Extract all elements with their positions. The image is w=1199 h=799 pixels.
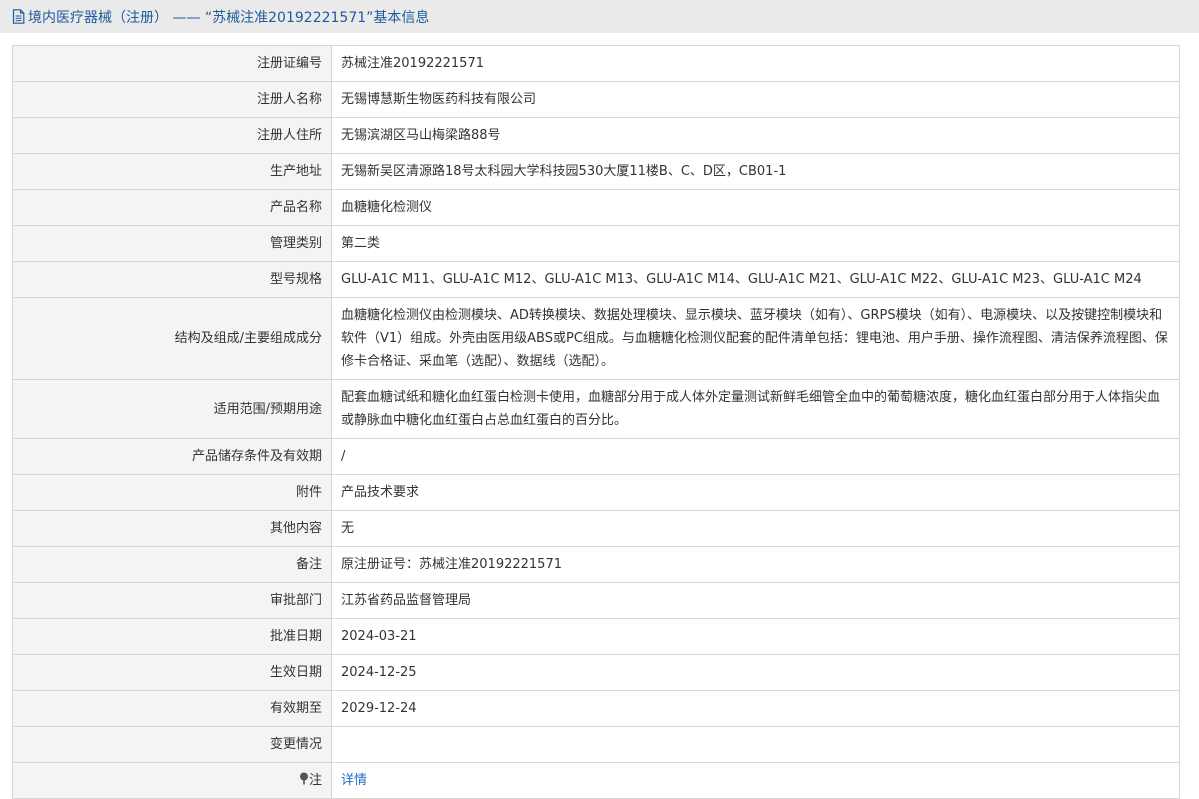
row-label: 变更情况 — [12, 726, 332, 763]
row-value: 配套血糖试纸和糖化血红蛋白检测卡使用，血糖部分用于成人体外定量测试新鲜毛细管全血… — [331, 379, 1180, 439]
note-row: 注 详情 — [12, 762, 1180, 799]
row-label: 审批部门 — [12, 582, 332, 619]
note-label: 注 — [308, 773, 322, 788]
row-value: 无 — [331, 510, 1180, 547]
row-value: 2024-03-21 — [331, 618, 1180, 655]
row-value: 2029-12-24 — [331, 690, 1180, 727]
table-row: 产品储存条件及有效期 / — [12, 438, 1180, 475]
table-row: 管理类别 第二类 — [12, 225, 1180, 262]
table-row: 变更情况 — [12, 726, 1180, 763]
table-row: 附件 产品技术要求 — [12, 474, 1180, 511]
row-value: 血糖糖化检测仪 — [331, 189, 1180, 226]
row-value: 血糖糖化检测仪由检测模块、AD转换模块、数据处理模块、显示模块、蓝牙模块（如有）… — [331, 297, 1180, 380]
row-value: 江苏省药品监督管理局 — [331, 582, 1180, 619]
table-row: 生产地址 无锡新吴区清源路18号太科园大学科技园530大厦11楼B、C、D区，C… — [12, 153, 1180, 190]
table-row: 审批部门 江苏省药品监督管理局 — [12, 582, 1180, 619]
row-value: 无锡滨湖区马山梅梁路88号 — [331, 117, 1180, 154]
row-label: 附件 — [12, 474, 332, 511]
table-row: 生效日期 2024-12-25 — [12, 654, 1180, 691]
row-label: 注册证编号 — [12, 45, 332, 82]
table-row: 注册证编号 苏械注准20192221571 — [12, 45, 1180, 82]
row-label: 注册人名称 — [12, 81, 332, 118]
row-label: 其他内容 — [12, 510, 332, 547]
row-label: 生产地址 — [12, 153, 332, 190]
table-row: 产品名称 血糖糖化检测仪 — [12, 189, 1180, 226]
details-link[interactable]: 详情 — [341, 773, 367, 788]
row-label: 型号规格 — [12, 261, 332, 298]
row-label: 批准日期 — [12, 618, 332, 655]
table-row: 其他内容 无 — [12, 510, 1180, 547]
row-label: 产品储存条件及有效期 — [12, 438, 332, 475]
row-value: 无锡博慧斯生物医药科技有限公司 — [331, 81, 1180, 118]
row-value: 2024-12-25 — [331, 654, 1180, 691]
table-row: 有效期至 2029-12-24 — [12, 690, 1180, 727]
table-row: 备注 原注册证号：苏械注准20192221571 — [12, 546, 1180, 583]
page-title: 境内医疗器械（注册） —— “苏械注准20192221571”基本信息 — [28, 9, 430, 26]
note-value-cell: 详情 — [331, 762, 1180, 799]
table-row: 注册人住所 无锡滨湖区马山梅梁路88号 — [12, 117, 1180, 154]
row-value: / — [331, 438, 1180, 475]
device-info-table: 注册证编号 苏械注准20192221571 注册人名称 无锡博慧斯生物医药科技有… — [12, 45, 1180, 799]
row-label: 生效日期 — [12, 654, 332, 691]
row-label: 管理类别 — [12, 225, 332, 262]
row-value — [331, 726, 1180, 763]
note-label-cell: 注 — [12, 762, 332, 799]
table-row: 适用范围/预期用途 配套血糖试纸和糖化血红蛋白检测卡使用，血糖部分用于成人体外定… — [12, 379, 1180, 439]
row-value: 产品技术要求 — [331, 474, 1180, 511]
page-header: 境内医疗器械（注册） —— “苏械注准20192221571”基本信息 — [0, 0, 1199, 33]
row-value: 苏械注准20192221571 — [331, 45, 1180, 82]
row-label: 适用范围/预期用途 — [12, 379, 332, 439]
row-label: 结构及组成/主要组成成分 — [12, 297, 332, 380]
row-value: 第二类 — [331, 225, 1180, 262]
table-row: 型号规格 GLU-A1C M11、GLU-A1C M12、GLU-A1C M13… — [12, 261, 1180, 298]
table-row: 注册人名称 无锡博慧斯生物医药科技有限公司 — [12, 81, 1180, 118]
row-label: 有效期至 — [12, 690, 332, 727]
table-row: 批准日期 2024-03-21 — [12, 618, 1180, 655]
row-label: 备注 — [12, 546, 332, 583]
table-row: 结构及组成/主要组成成分 血糖糖化检测仪由检测模块、AD转换模块、数据处理模块、… — [12, 297, 1180, 380]
document-icon — [12, 8, 26, 25]
pin-icon — [299, 770, 309, 785]
row-value: GLU-A1C M11、GLU-A1C M12、GLU-A1C M13、GLU-… — [331, 261, 1180, 298]
row-value: 无锡新吴区清源路18号太科园大学科技园530大厦11楼B、C、D区，CB01-1 — [331, 153, 1180, 190]
row-label: 注册人住所 — [12, 117, 332, 154]
row-value: 原注册证号：苏械注准20192221571 — [331, 546, 1180, 583]
row-label: 产品名称 — [12, 189, 332, 226]
